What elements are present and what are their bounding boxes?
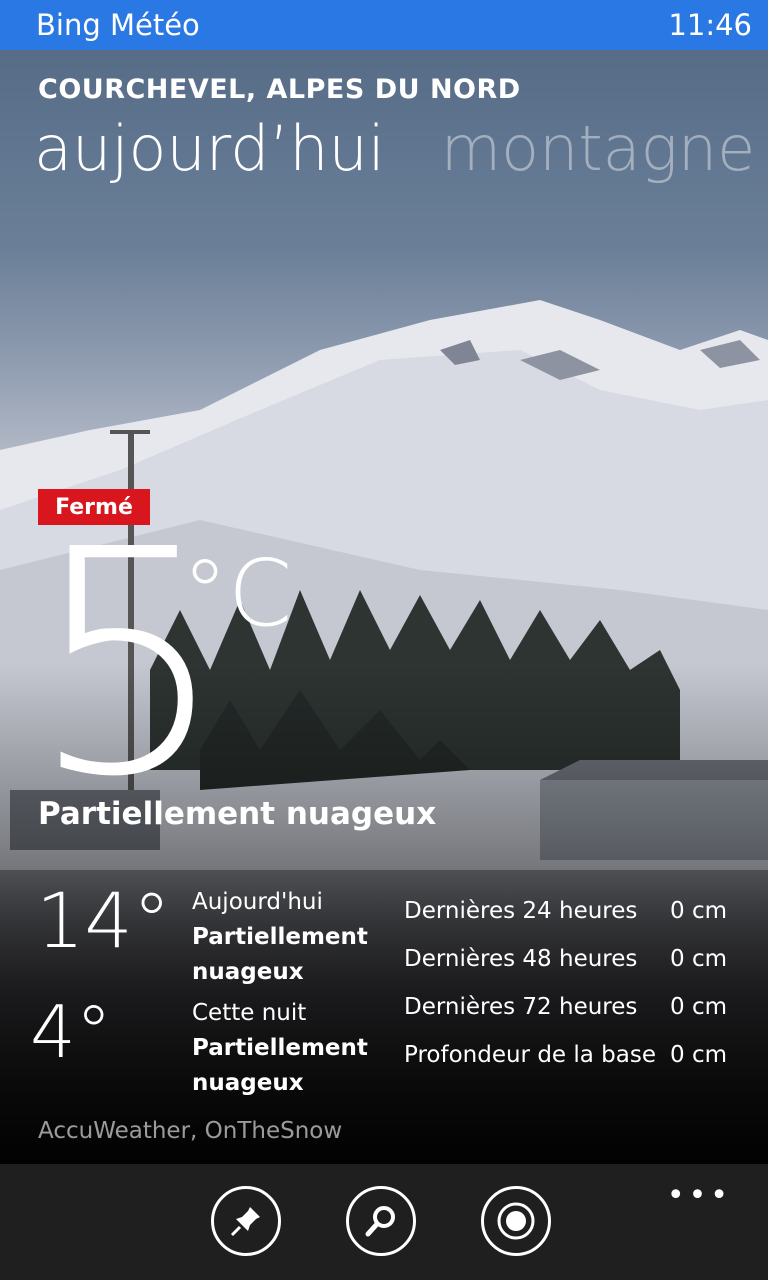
snow-row-value: 0 cm	[670, 994, 727, 1020]
clock: 11:46	[668, 8, 752, 42]
low-temperature: 4°	[30, 990, 112, 1074]
app-bar: •••	[0, 1164, 768, 1280]
snow-row: Dernières 48 heures 0 cm	[404, 946, 744, 994]
today-condition-line-1: Partiellement	[192, 924, 368, 950]
snow-row-value: 0 cm	[670, 946, 727, 972]
pivot-tab-today[interactable]: aujourd’hui	[34, 112, 385, 185]
location-icon	[497, 1202, 535, 1240]
pin-icon	[230, 1207, 260, 1237]
snow-report: Dernières 24 heures 0 cm Dernières 48 he…	[404, 898, 744, 1090]
today-forecast: Aujourd'hui Partiellement nuageux	[192, 885, 368, 990]
snow-row-value: 0 cm	[670, 1042, 727, 1068]
location-button[interactable]	[481, 1186, 551, 1256]
today-label: Aujourd'hui	[192, 889, 323, 915]
snow-row-label: Dernières 72 heures	[404, 994, 638, 1020]
more-options-icon[interactable]: •••	[667, 1178, 732, 1213]
snow-row-value: 0 cm	[670, 898, 727, 924]
snow-row-label: Dernières 24 heures	[404, 898, 638, 924]
temperature-unit: °C	[182, 540, 293, 647]
night-condition-line-1: Partiellement	[192, 1035, 368, 1061]
pivot-tab-mountain[interactable]: montagne	[441, 112, 756, 185]
night-label: Cette nuit	[192, 1000, 307, 1026]
today-condition-line-2: nuageux	[192, 959, 304, 985]
snow-row: Dernières 24 heures 0 cm	[404, 898, 744, 946]
pin-button[interactable]	[211, 1186, 281, 1256]
night-condition-line-2: nuageux	[192, 1070, 304, 1096]
snow-row: Dernières 72 heures 0 cm	[404, 994, 744, 1042]
snow-row-label: Dernières 48 heures	[404, 946, 638, 972]
current-condition: Partiellement nuageux	[38, 796, 437, 832]
snow-row: Profondeur de la base 0 cm	[404, 1042, 744, 1090]
snow-row-label: Profondeur de la base	[404, 1042, 657, 1068]
pivot-header: aujourd’hui montagne pa	[34, 112, 768, 185]
high-temperature: 14°	[36, 876, 171, 965]
search-icon	[365, 1206, 395, 1237]
night-forecast: Cette nuit Partiellement nuageux	[192, 996, 368, 1101]
location-title: COURCHEVEL, ALPES DU NORD	[38, 74, 521, 105]
search-button[interactable]	[346, 1186, 416, 1256]
status-bar: Bing Météo 11:46	[0, 0, 768, 50]
app-title: Bing Météo	[36, 8, 200, 42]
data-sources[interactable]: AccuWeather, OnTheSnow	[38, 1118, 342, 1144]
